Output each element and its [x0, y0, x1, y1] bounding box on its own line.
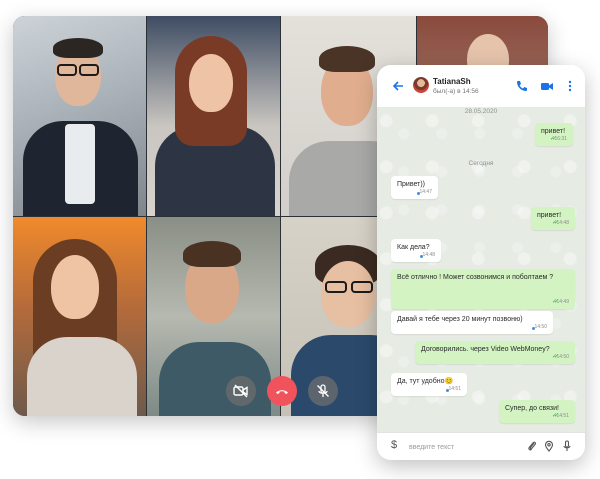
mic-icon[interactable]	[561, 440, 573, 452]
phone-icon[interactable]	[515, 79, 529, 93]
message-bubble-in[interactable]: Да, тут удобно😊 14:51	[391, 373, 467, 396]
mute-button[interactable]	[308, 376, 338, 406]
message-bubble-out[interactable]: Всё отлично ! Может созвонимся и поболта…	[391, 269, 575, 309]
message-text: Всё отлично ! Может созвонимся и поболта…	[397, 274, 554, 281]
paperclip-icon[interactable]	[526, 440, 538, 452]
chat-phone: TatianaSh был(-а) в 14:56 28.05.2020 при…	[377, 65, 585, 460]
chat-footer: $	[377, 432, 585, 460]
message-time: 14:51	[448, 386, 461, 392]
chat-messages[interactable]: 28.05.2020 привет! ✓✓ 16:31 Сегодня Прив…	[377, 107, 585, 432]
message-text: Да, тут удобно😊	[397, 378, 454, 385]
dollar-icon[interactable]: $	[391, 439, 397, 451]
message-text: привет!	[537, 212, 562, 219]
participant-face	[321, 261, 375, 327]
end-call-button[interactable]	[267, 376, 297, 406]
mic-off-icon	[317, 384, 329, 397]
chat-header: TatianaSh был(-а) в 14:56	[377, 65, 585, 108]
message-time: 14:50	[534, 324, 547, 330]
message-bubble-out[interactable]: Договорились. через Video WebMoney? ✓✓ 1…	[415, 341, 575, 364]
participant-tile[interactable]	[13, 16, 146, 216]
date-separator: 28.05.2020	[464, 108, 498, 115]
message-text: Давай я тебе через 20 минут позвоню)	[397, 316, 523, 323]
location-icon[interactable]	[543, 440, 555, 452]
read-check-icon: ✓✓	[551, 354, 559, 360]
participant-hair	[183, 241, 241, 267]
participant-tile[interactable]	[13, 217, 146, 416]
message-text: привет!	[541, 128, 566, 135]
video-icon[interactable]	[540, 79, 554, 93]
message-text: Привет))	[397, 181, 426, 188]
message-time: 14:50	[556, 354, 569, 360]
read-check-icon: ✓✓	[551, 220, 559, 226]
message-time: 14:51	[556, 413, 569, 419]
message-text: Супер, до связи!	[505, 405, 559, 412]
message-text: Как дела?	[397, 244, 430, 251]
participant-face	[189, 54, 233, 112]
glasses	[325, 281, 347, 293]
participant-body	[27, 337, 137, 416]
camera-off-button[interactable]	[226, 376, 256, 406]
video-off-icon	[233, 384, 248, 398]
participant-shirt	[65, 124, 95, 204]
message-bubble-in[interactable]: Как дела? 14:48	[391, 239, 441, 262]
avatar[interactable]	[413, 77, 429, 93]
glasses	[351, 281, 373, 293]
back-arrow-icon[interactable]	[391, 79, 405, 93]
message-time: 16:31	[554, 136, 567, 142]
glasses	[57, 64, 77, 76]
date-separator: Сегодня	[468, 160, 494, 167]
participant-body	[159, 342, 271, 416]
message-input[interactable]	[407, 439, 521, 456]
message-bubble-out[interactable]: привет! ✓✓ 14:48	[531, 207, 575, 230]
participant-tile[interactable]	[147, 16, 280, 216]
message-time: 14:48	[556, 220, 569, 226]
message-bubble-in[interactable]: Давай я тебе через 20 минут позвоню) 14:…	[391, 311, 553, 334]
read-check-icon: ✓✓	[551, 299, 559, 305]
message-text: Договорились. через Video WebMoney?	[421, 346, 550, 353]
message-time: 14:47	[419, 189, 432, 195]
message-bubble-out[interactable]: Супер, до связи! ✓✓ 14:51	[499, 400, 575, 423]
participant-hair	[53, 38, 103, 58]
message-bubble-out[interactable]: привет! ✓✓ 16:31	[535, 123, 573, 146]
contact-status: был(-а) в 14:56	[433, 88, 479, 95]
message-time: 14:48	[422, 252, 435, 258]
message-bubble-in[interactable]: Привет)) 14:47	[391, 176, 438, 199]
phone-hangup-icon	[276, 390, 288, 394]
glasses	[79, 64, 99, 76]
read-check-icon: ✓✓	[549, 136, 557, 142]
message-time: 14:49	[556, 299, 569, 305]
read-check-icon: ✓✓	[551, 413, 559, 419]
contact-name[interactable]: TatianaSh	[433, 77, 471, 86]
participant-hair	[319, 46, 375, 72]
more-vert-icon[interactable]	[563, 79, 577, 93]
participant-tile[interactable]	[147, 217, 280, 416]
participant-face	[51, 255, 99, 319]
